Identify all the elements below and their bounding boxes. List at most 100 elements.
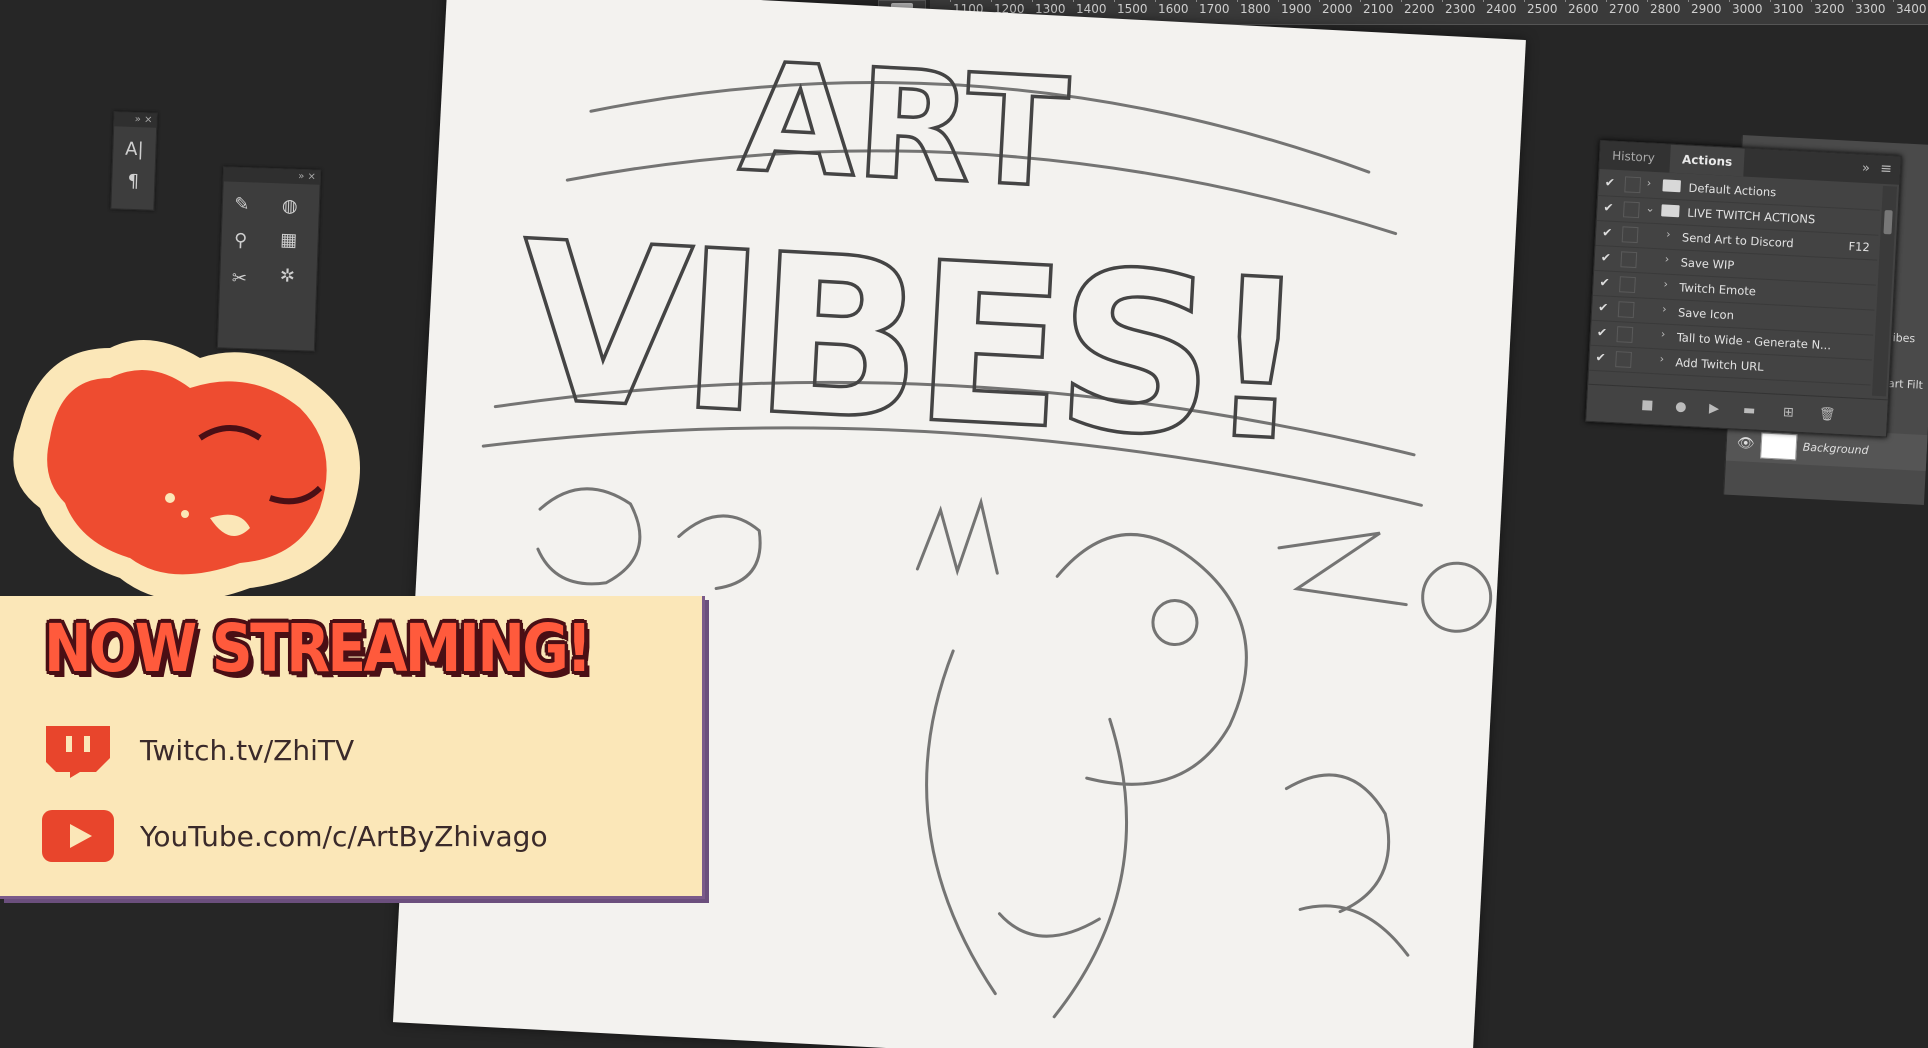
ruler-tick-mark — [1483, 0, 1484, 2]
action-label: Tall to Wide - Generate N... — [1676, 330, 1832, 353]
collapse-icon[interactable]: » — [1862, 161, 1871, 176]
tab-actions[interactable]: Actions — [1669, 144, 1745, 177]
tab-history[interactable]: History — [1599, 141, 1667, 172]
twitch-icon — [46, 726, 110, 778]
ruler-tick-label: 2300 — [1445, 2, 1476, 16]
actions-footer-toolbar: ■ ● ▶ ▬ ⊞ 🗑 — [1586, 383, 1888, 437]
youtube-url: YouTube.com/c/ArtByZhivago — [140, 820, 548, 853]
ruler-tick-label: 3400 — [1896, 2, 1927, 16]
twitch-url: Twitch.tv/ZhiTV — [140, 734, 355, 767]
dialog-toggle-box[interactable] — [1617, 301, 1635, 319]
dialog-toggle-box[interactable] — [1619, 276, 1636, 294]
chevron-right-icon[interactable]: › — [1659, 352, 1664, 365]
record-icon[interactable]: ● — [1675, 399, 1687, 415]
ruler-tick-label: 3300 — [1855, 2, 1886, 16]
eye-icon[interactable]: 👁 — [1736, 435, 1755, 452]
ruler-tick-mark — [1401, 0, 1402, 2]
dialog-toggle-box[interactable] — [1620, 251, 1638, 269]
ruler-tick-mark — [1155, 0, 1156, 2]
new-set-icon[interactable]: ▬ — [1743, 403, 1756, 419]
collapse-icon[interactable]: » — [135, 114, 142, 125]
ruler-tick-label: 1400 — [1076, 2, 1107, 16]
action-label: Add Twitch URL — [1675, 355, 1764, 374]
ruler-tick-label: 3000 — [1732, 2, 1763, 16]
ruler-tick-mark — [1442, 0, 1443, 2]
ruler-tick-mark — [1114, 0, 1115, 2]
chevron-down-icon[interactable]: ⌄ — [1645, 201, 1655, 214]
text-tool-icon[interactable]: A| — [121, 137, 148, 164]
close-icon[interactable]: × — [144, 114, 153, 125]
character-panel-dock: » × A| ¶ — [110, 111, 158, 211]
folder-icon — [1662, 179, 1682, 193]
sketch-title-vibes: VIBES! — [513, 194, 1306, 491]
check-icon[interactable]: ✔ — [1602, 225, 1617, 240]
ruler-tick-mark — [1811, 0, 1812, 2]
ruler-tick-label: 1500 — [1117, 2, 1148, 16]
new-action-icon[interactable]: ⊞ — [1783, 405, 1795, 421]
dialog-toggle-box[interactable] — [1616, 326, 1634, 343]
dialog-toggle-box[interactable] — [1624, 176, 1642, 194]
chevron-right-icon[interactable]: › — [1662, 302, 1667, 315]
ruler-tick-label: 2100 — [1363, 2, 1394, 16]
chevron-right-icon[interactable]: › — [1666, 228, 1671, 241]
ruler-tick-mark — [1237, 0, 1238, 2]
action-label: Send Art to Discord — [1681, 230, 1795, 251]
ruler-tick-mark — [1688, 0, 1689, 2]
ruler-tick-mark — [1278, 0, 1279, 2]
check-icon[interactable]: ✔ — [1597, 325, 1612, 340]
gear-icon[interactable]: ✲ — [274, 263, 301, 290]
action-label: Twitch Emote — [1679, 280, 1757, 299]
action-label: LIVE TWITCH ACTIONS — [1686, 205, 1816, 227]
ruler-tick-label: 1700 — [1199, 2, 1230, 16]
check-icon[interactable]: ✔ — [1598, 300, 1613, 315]
ruler-tick-label: 2400 — [1486, 2, 1517, 16]
trash-icon[interactable]: 🗑 — [1819, 407, 1836, 423]
ruler-tick-label: 1600 — [1158, 2, 1189, 16]
ruler-tick-label: 2000 — [1322, 2, 1353, 16]
ruler-tick-label: 2500 — [1527, 2, 1558, 16]
ruler-tick-mark — [1319, 0, 1320, 2]
dialog-toggle-box[interactable] — [1622, 201, 1640, 219]
ruler-tick-mark — [1729, 0, 1730, 2]
chevron-right-icon[interactable]: › — [1665, 253, 1670, 266]
action-label: Save Icon — [1677, 305, 1735, 323]
check-icon[interactable]: ✔ — [1603, 200, 1618, 215]
ruler-tick-mark — [1032, 0, 1033, 2]
panel-menu-icon[interactable]: ≡ — [1880, 161, 1893, 178]
ruler-tick-mark — [1770, 0, 1771, 2]
chevron-right-icon[interactable]: › — [1661, 327, 1666, 340]
ruler-tick-mark — [1524, 0, 1525, 2]
brush-preset-icon[interactable]: ✎ — [228, 192, 255, 219]
youtube-icon — [42, 810, 114, 862]
dialog-toggle-box[interactable] — [1621, 226, 1639, 244]
collapse-icon[interactable]: » — [298, 171, 305, 182]
play-icon[interactable]: ▶ — [1709, 401, 1720, 417]
check-icon[interactable]: ✔ — [1599, 275, 1614, 290]
ruler-tick-label: 1900 — [1281, 2, 1312, 16]
close-icon[interactable]: × — [307, 171, 316, 182]
screenshot-stage: 1100 1200 1300 1400 1500 1600 1700 1800 1900 2000… — [0, 0, 1928, 1048]
ruler-tick-mark — [1893, 0, 1894, 2]
paragraph-icon[interactable]: ¶ — [120, 169, 147, 196]
chevron-right-icon[interactable]: › — [1646, 177, 1651, 190]
ruler-tick-mark — [1606, 0, 1607, 2]
stop-icon[interactable]: ■ — [1641, 398, 1654, 414]
action-label: Save WIP — [1680, 255, 1735, 273]
ruler-tick-label: 2200 — [1404, 2, 1435, 16]
check-icon[interactable]: ✔ — [1595, 350, 1610, 365]
layer-thumbnail — [1760, 432, 1798, 461]
chevron-right-icon[interactable]: › — [1663, 278, 1668, 291]
ruler-tick-mark — [1360, 0, 1361, 2]
check-icon[interactable]: ✔ — [1604, 175, 1619, 190]
ruler-tick-label: 1800 — [1240, 2, 1271, 16]
clone-source-icon[interactable]: ⚲ — [227, 228, 254, 255]
check-icon[interactable]: ✔ — [1601, 250, 1616, 265]
dialog-toggle-box[interactable] — [1615, 351, 1632, 368]
ruler-tick-mark — [1852, 0, 1853, 2]
grid-icon[interactable]: ▦ — [275, 227, 302, 254]
ruler-tick-label: 3200 — [1814, 2, 1845, 16]
ruler-tick-mark — [1073, 0, 1074, 2]
ruler-tick-mark — [1565, 0, 1566, 2]
palette-icon[interactable]: ◍ — [276, 193, 303, 220]
tools-icon[interactable]: ✂ — [226, 266, 253, 293]
